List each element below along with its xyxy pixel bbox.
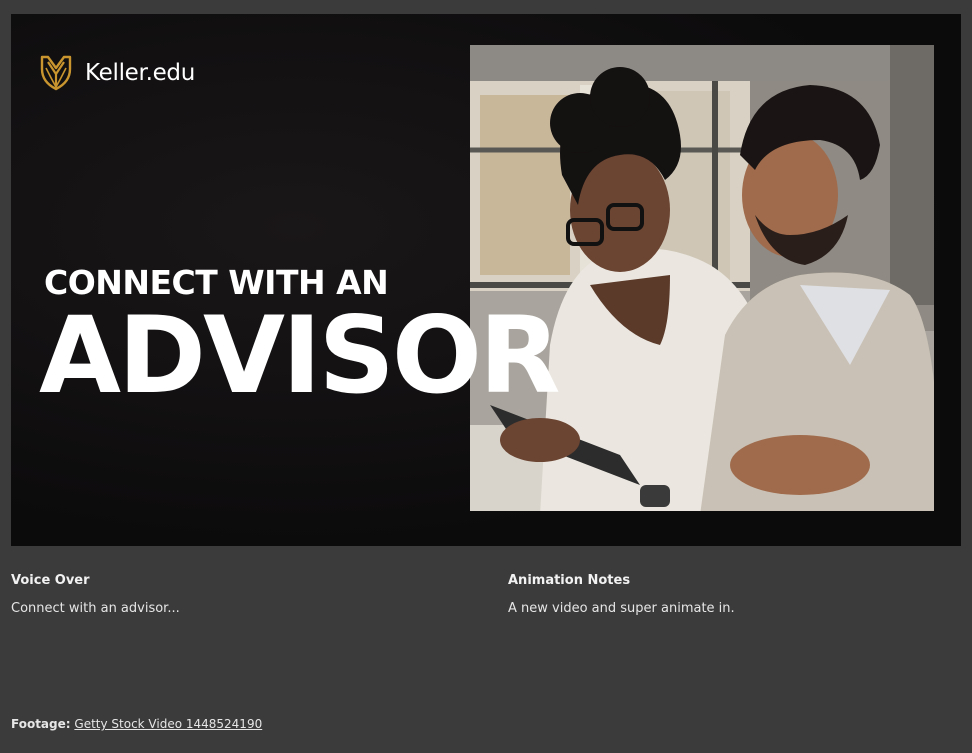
voice-over-text: Connect with an advisor...	[11, 601, 180, 616]
brand-logo: Keller.edu	[39, 54, 195, 92]
footage-credit: Footage: Getty Stock Video 1448524190	[11, 717, 262, 731]
animation-notes-text: A new video and super animate in.	[508, 601, 735, 616]
headline-advisor: ADVISOR	[39, 294, 561, 417]
shield-crest-icon	[39, 54, 73, 92]
voice-over-heading: Voice Over	[11, 573, 90, 588]
voice-over-section: Voice Over Connect with an advisor...	[11, 573, 180, 616]
animation-notes-section: Animation Notes A new video and super an…	[508, 573, 735, 616]
footage-link[interactable]: Getty Stock Video 1448524190	[74, 717, 262, 731]
brand-name: Keller.edu	[85, 60, 196, 86]
animation-notes-heading: Animation Notes	[508, 573, 631, 588]
advisor-photo	[470, 45, 934, 511]
slide-frame: Keller.edu CONNECT WITH AN ADVISOR	[11, 14, 961, 546]
footage-label: Footage:	[11, 717, 71, 731]
